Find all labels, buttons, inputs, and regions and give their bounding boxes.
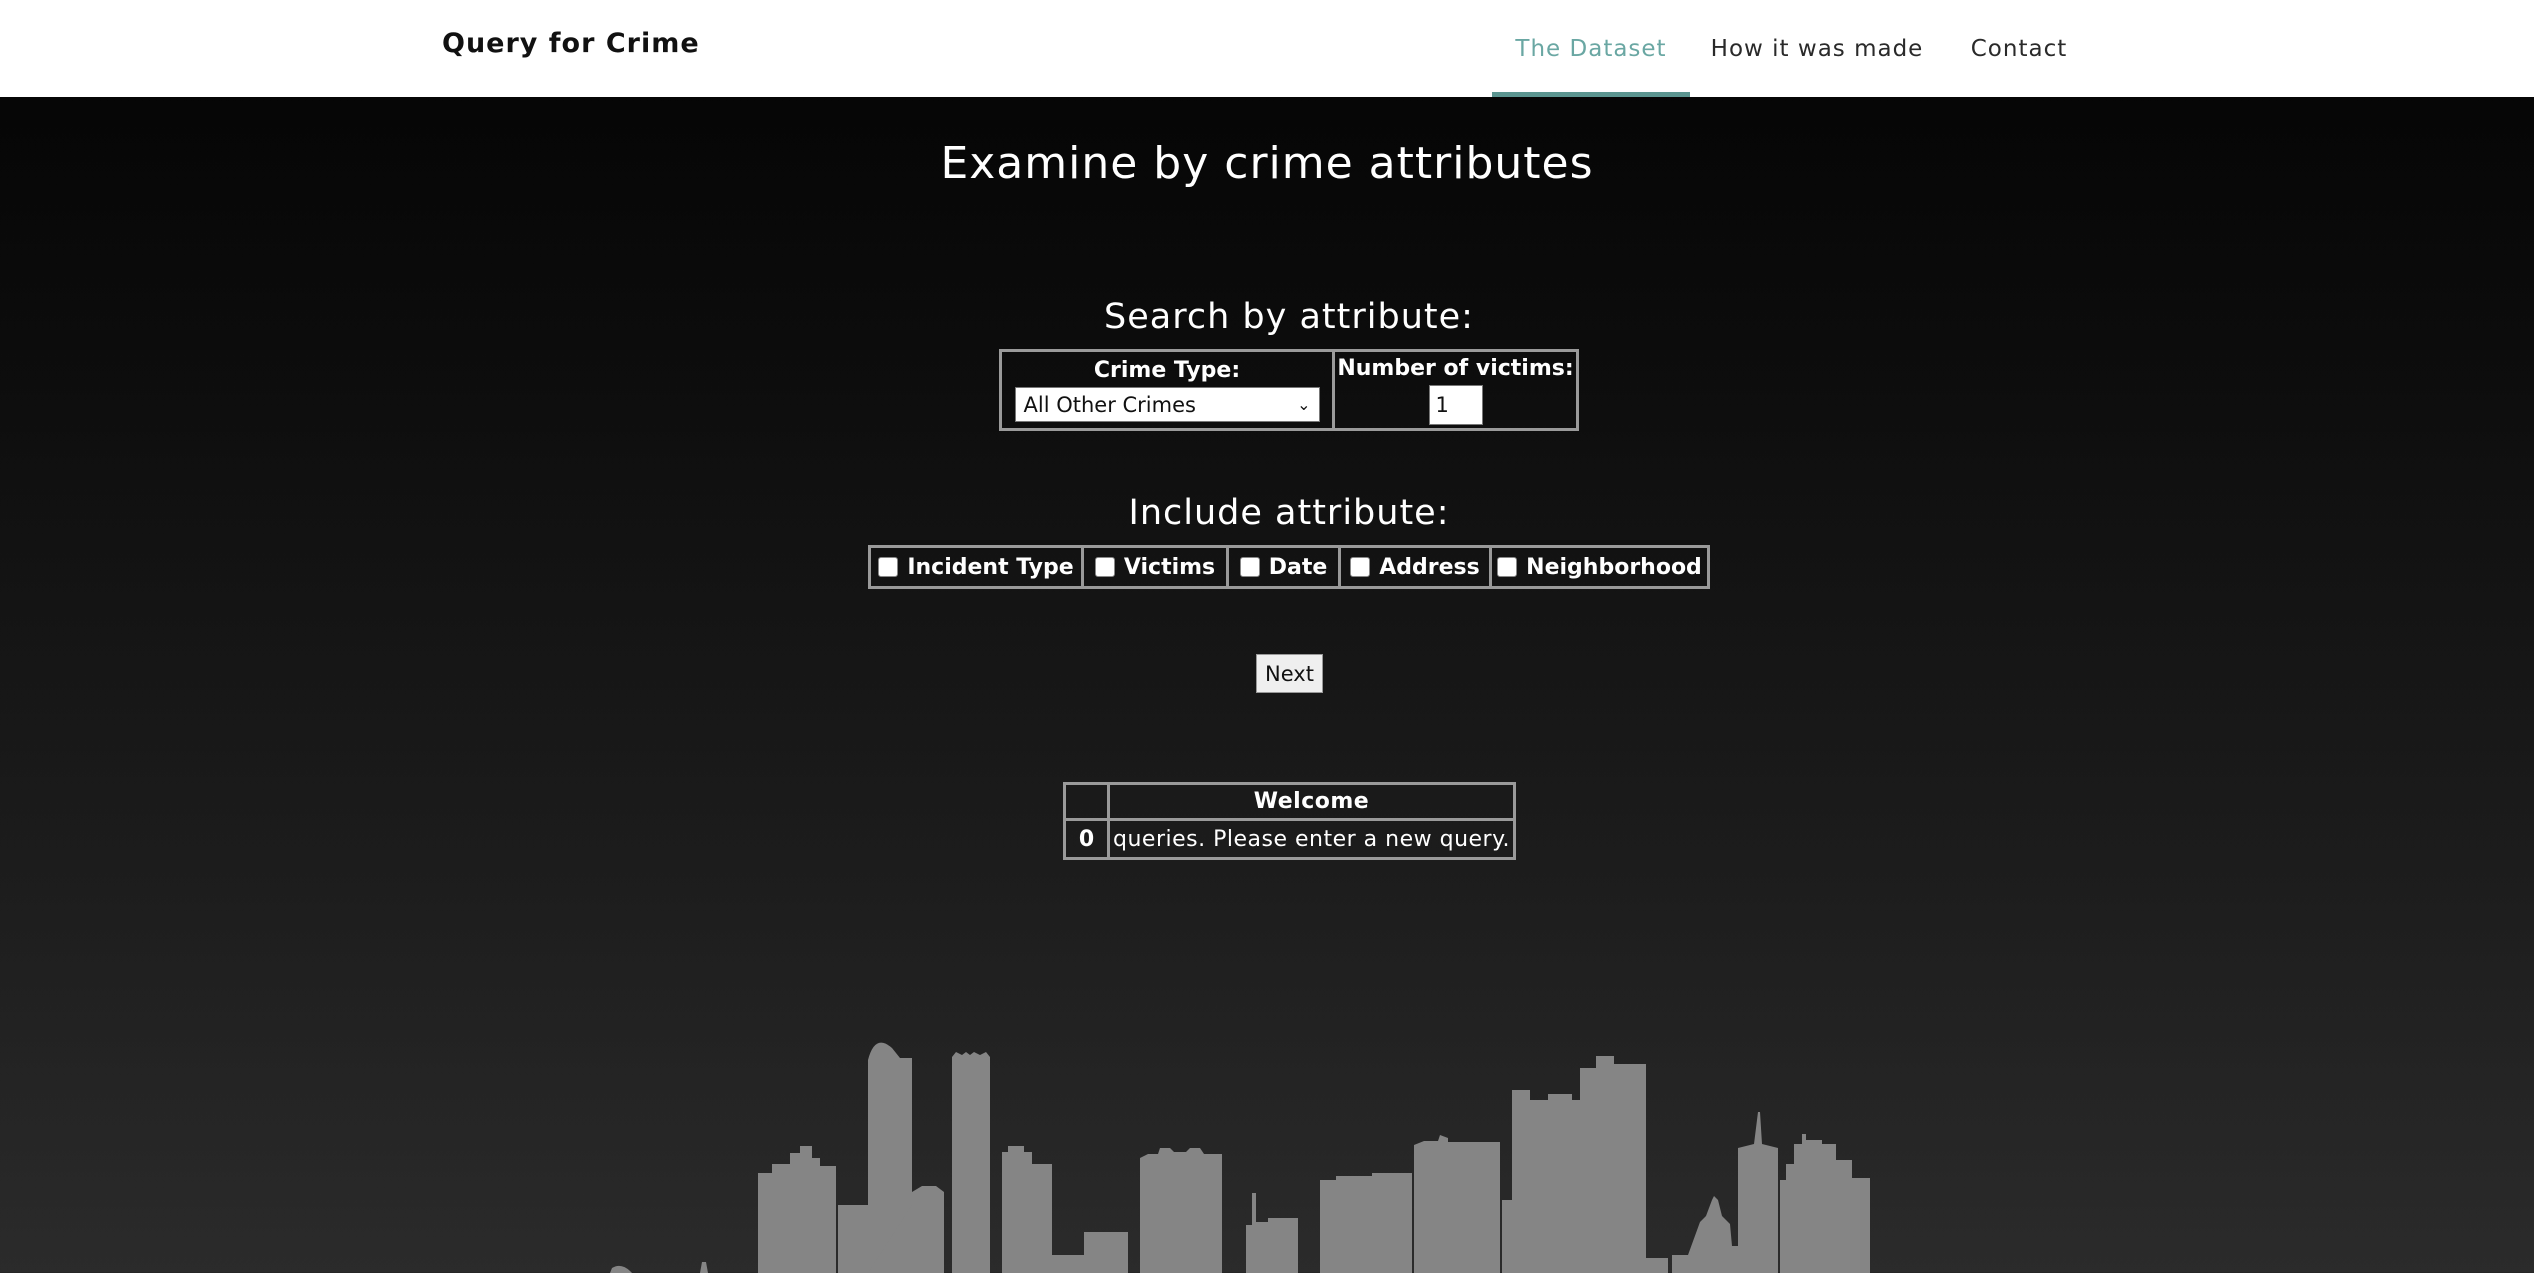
number-of-victims-cell: Number of victims: 1	[1335, 352, 1576, 428]
crime-type-label: Crime Type:	[1093, 358, 1241, 383]
top-navbar: Query for Crime The Dataset How it was m…	[0, 0, 2534, 97]
search-section-title: Search by attribute:	[1104, 297, 1474, 337]
skyline-silhouette	[610, 1042, 1870, 1273]
next-button[interactable]: Next	[1256, 654, 1323, 693]
crime-type-cell: Crime Type: All Other Crimes ⌄	[1002, 352, 1335, 428]
table-row: 0 queries. Please enter a new query.	[1066, 821, 1513, 857]
crime-type-select[interactable]: All Other Crimes ⌄	[1014, 387, 1320, 422]
victims-checkbox[interactable]	[1094, 557, 1115, 577]
include-address-option[interactable]: Address	[1341, 548, 1492, 586]
page-title: Examine by crime attributes	[940, 138, 1594, 189]
nav-link-contact[interactable]: Contact	[1960, 0, 2078, 97]
include-victims-option[interactable]: Victims	[1084, 548, 1229, 586]
brand-title[interactable]: Query for Crime	[442, 28, 700, 59]
search-attribute-table: Crime Type: All Other Crimes ⌄ Number of…	[999, 349, 1579, 431]
victims-label: Victims	[1123, 554, 1216, 580]
number-of-victims-label: Number of victims:	[1337, 355, 1574, 381]
address-checkbox[interactable]	[1350, 557, 1371, 577]
incident-type-checkbox[interactable]	[878, 557, 899, 577]
table-header-row: Welcome	[1066, 785, 1513, 821]
include-neighborhood-option[interactable]: Neighborhood	[1492, 548, 1707, 586]
nav-link-how-it-was-made[interactable]: How it was made	[1706, 0, 1928, 97]
include-section-title: Include attribute:	[1128, 493, 1450, 533]
table-row-index: 0	[1066, 821, 1110, 857]
include-date-option[interactable]: Date	[1229, 548, 1341, 586]
incident-type-label: Incident Type	[907, 554, 1074, 580]
table-header-welcome: Welcome	[1253, 789, 1370, 814]
table-header-index-cell	[1066, 785, 1110, 818]
date-label: Date	[1268, 554, 1328, 580]
address-label: Address	[1379, 554, 1480, 580]
crime-type-selected-value: All Other Crimes	[1023, 392, 1196, 417]
chevron-down-icon: ⌄	[1297, 395, 1311, 414]
number-of-victims-input[interactable]: 1	[1428, 384, 1483, 425]
nav-link-the-dataset[interactable]: The Dataset	[1492, 0, 1690, 97]
neighborhood-checkbox[interactable]	[1497, 557, 1518, 577]
date-checkbox[interactable]	[1239, 557, 1260, 577]
results-table: Welcome 0 queries. Please enter a new qu…	[1063, 782, 1516, 860]
city-skyline-image	[610, 1042, 1870, 1273]
include-attribute-table: Incident Type Victims Date Address Neigh…	[868, 545, 1710, 589]
include-incident-type-option[interactable]: Incident Type	[871, 548, 1084, 586]
neighborhood-label: Neighborhood	[1526, 554, 1702, 580]
table-row-message: queries. Please enter a new query.	[1113, 826, 1510, 852]
